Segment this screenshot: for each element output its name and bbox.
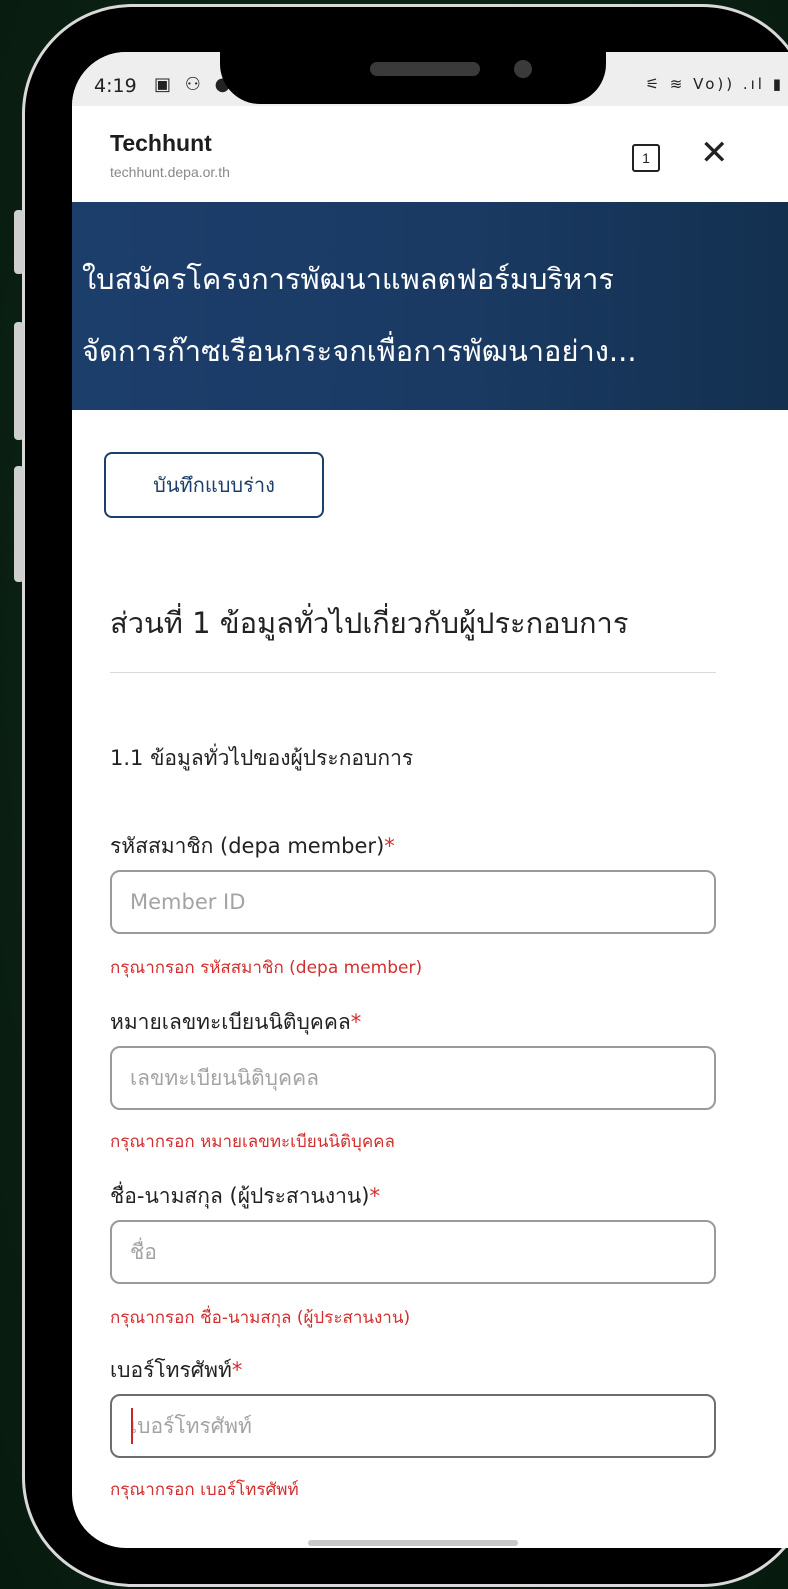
page-title: Techhunt (110, 130, 212, 156)
member-id-label: รหัสสมาชิก (depa member)* (110, 834, 395, 858)
custom-tab-toolbar: Techhunt techhunt.depa.or.th 1 ✕ (72, 106, 788, 202)
camera-icon (514, 60, 532, 78)
save-draft-button[interactable]: บันทึกแบบร่าง (104, 452, 324, 518)
registration-number-input[interactable] (110, 1046, 716, 1110)
registration-number-error: กรุณากรอก หมายเลขทะเบียนนิติบุคคล (110, 1132, 395, 1152)
section-title: ส่วนที่ 1 ข้อมูลทั่วไปเกี่ยวกับผู้ประกอบ… (110, 606, 629, 640)
tab-count-icon[interactable]: 1 (632, 144, 660, 172)
coordinator-name-label: ชื่อ-นามสกุล (ผู้ประสานงาน)* (110, 1184, 380, 1208)
required-mark: * (369, 1184, 380, 1208)
coordinator-name-error: กรุณากรอก ชื่อ-นามสกุล (ผู้ประสานงาน) (110, 1308, 411, 1328)
phone-error: กรุณากรอก เบอร์โทรศัพท์ (110, 1480, 299, 1500)
registration-number-label: หมายเลขทะเบียนนิติบุคคล* (110, 1010, 362, 1034)
speaker-icon (370, 62, 480, 76)
subsection-title: 1.1 ข้อมูลทั่วไปของผู้ประกอบการ (110, 746, 414, 770)
form-title-line-2: จัดการก๊าซเรือนกระจกเพื่อการพัฒนาอย่าง..… (82, 334, 637, 368)
volume-up-button (14, 210, 24, 274)
volume-down-button (14, 322, 24, 440)
section-divider (110, 672, 716, 673)
required-mark: * (350, 1010, 362, 1034)
home-indicator[interactable] (308, 1540, 518, 1546)
status-time: 4:19 (94, 75, 137, 97)
phone-label: เบอร์โทรศัพท์* (110, 1358, 243, 1382)
text-cursor (131, 1408, 133, 1444)
signal-battery-icons: ⚟ ≋ Vo)) .ıl ▮ (645, 75, 784, 93)
phone-screen: 4:19 ▣ ⚇ ● ⚟ ≋ Vo)) .ıl ▮ Techhunt techh… (72, 52, 788, 1548)
member-id-error: กรุณากรอก รหัสสมาชิก (depa member) (110, 958, 423, 978)
phone-input[interactable] (110, 1394, 716, 1458)
power-button (14, 466, 24, 582)
camera-notch (220, 52, 606, 104)
page-url: techhunt.depa.or.th (110, 164, 230, 180)
form-header-banner: ใบสมัครโครงการพัฒนาแพลตฟอร์มบริหาร จัดกา… (72, 202, 788, 410)
close-icon[interactable]: ✕ (700, 136, 729, 170)
member-id-input[interactable] (110, 870, 716, 934)
required-mark: * (231, 1358, 243, 1382)
required-mark: * (384, 834, 395, 858)
coordinator-name-input[interactable] (110, 1220, 716, 1284)
form-title-line-1: ใบสมัครโครงการพัฒนาแพลตฟอร์มบริหาร (82, 262, 614, 296)
